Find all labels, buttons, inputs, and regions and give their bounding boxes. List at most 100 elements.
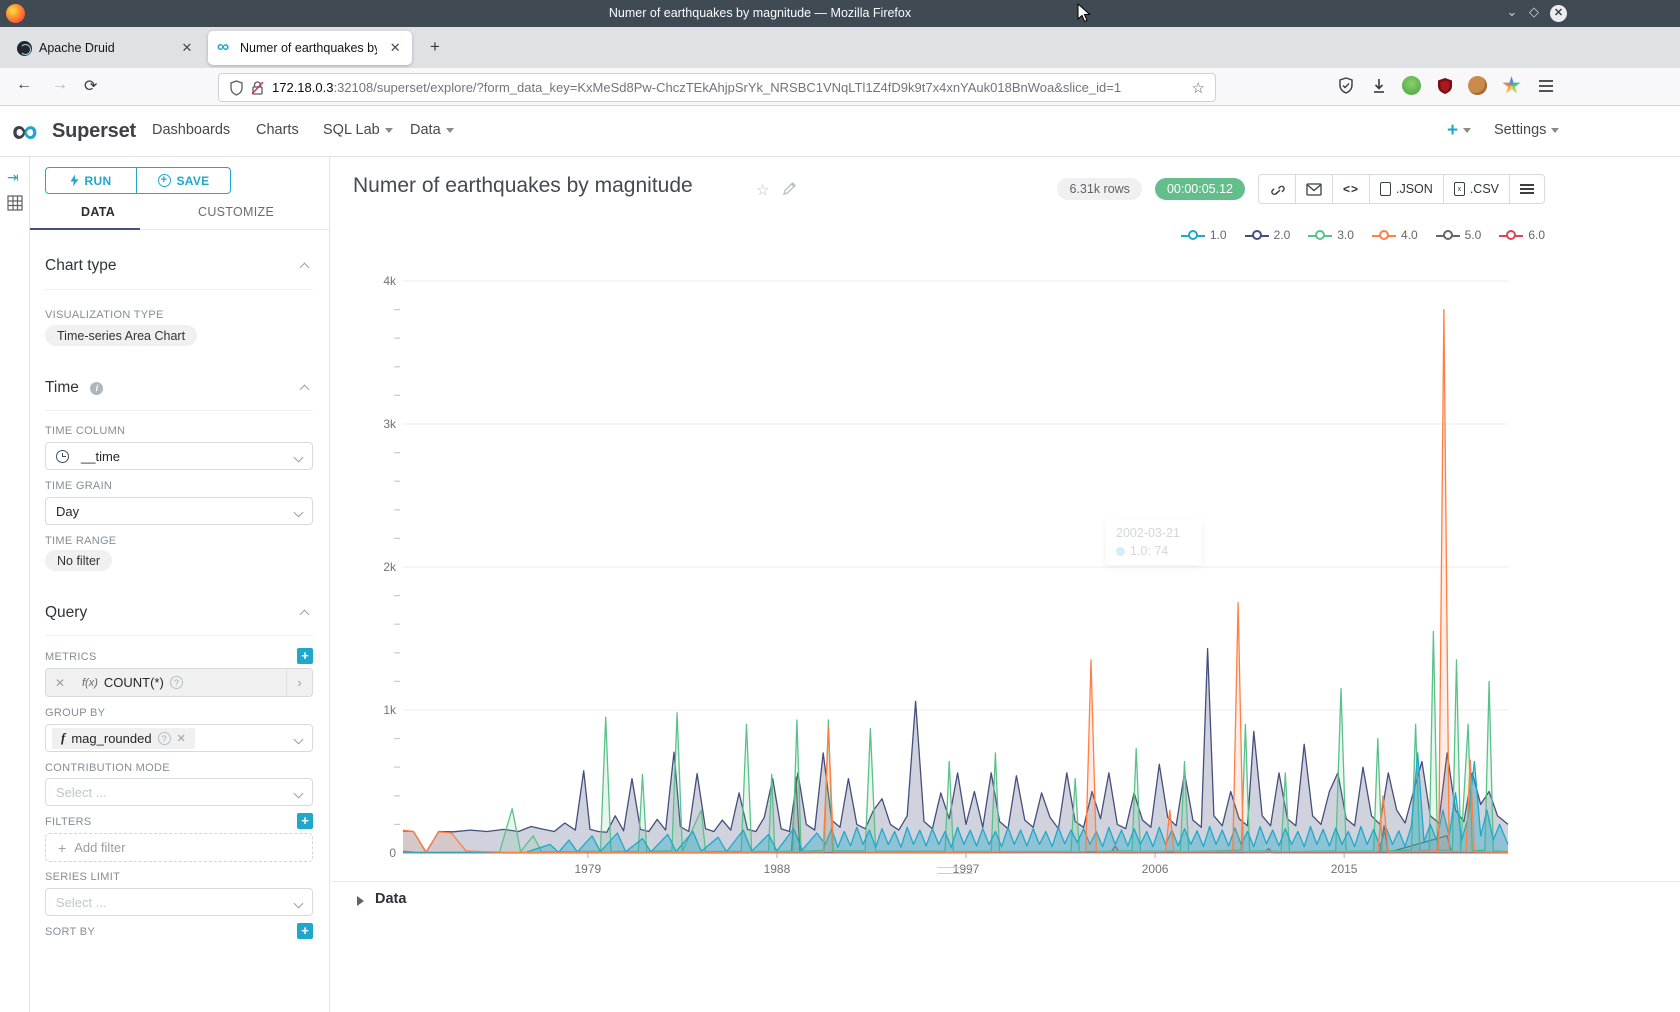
legend-label: 3.0 [1337,228,1354,242]
metric-control[interactable]: ✕ f(x) COUNT(*) ? › [45,668,313,697]
add-filter-plus-button[interactable]: + [297,813,313,829]
chart-tooltip: 2002-03-21 1.0: 74 [1106,519,1202,565]
chevron-up-icon[interactable] [300,385,310,395]
chevron-down-icon [294,899,304,909]
export-csv-button[interactable]: x .CSV [1444,174,1510,204]
legend-item[interactable]: 1.0 [1181,228,1227,242]
more-options-button[interactable] [1510,174,1545,204]
run-button[interactable]: RUN [45,167,137,194]
bookmark-star-icon[interactable]: ☆ [1192,79,1205,97]
timeseries-chart[interactable]: 01k2k3k4k19791988199720062015 [352,248,1512,893]
chart-canvas: 01k2k3k4k19791988199720062015 [352,248,1512,893]
info-icon: i [90,382,103,395]
chevron-down-icon [294,453,304,463]
minimize-icon[interactable]: ⌄ [1502,4,1522,20]
time-range-value[interactable]: No filter [45,550,112,571]
group-by-select[interactable]: f mag_rounded ? ✕ [45,724,313,752]
metrics-label: METRICS [45,651,97,663]
x-axis-label: 1988 [764,862,791,876]
add-sort-by-button[interactable]: + [297,923,313,939]
y-axis-label: 0 [389,846,396,860]
time-column-select[interactable]: __time [45,442,313,470]
copy-link-button[interactable] [1258,174,1296,204]
viz-type-value[interactable]: Time-series Area Chart [45,325,197,346]
nav-charts[interactable]: Charts [256,122,299,138]
legend-item[interactable]: 6.0 [1499,228,1545,242]
nav-sql-lab[interactable]: SQL Lab [323,122,393,138]
pocket-shield-icon[interactable] [1336,76,1358,98]
chevron-up-icon[interactable] [300,263,310,273]
tab-close-icon[interactable]: ✕ [179,40,195,56]
expand-caret-icon[interactable] [357,896,364,906]
save-button[interactable]: +SAVE [137,167,231,194]
x-axis-label: 2006 [1142,862,1169,876]
dataset-grid-icon[interactable] [7,195,23,211]
file-x-icon: x [1454,182,1465,196]
chevron-down-icon [1463,128,1471,133]
insecure-lock-icon[interactable] [250,80,264,96]
section-chart-type[interactable]: Chart type [45,257,117,275]
tab-close-icon[interactable]: ✕ [387,40,403,56]
expand-metric-icon[interactable]: › [286,669,312,696]
nav-dashboards[interactable]: Dashboards [152,122,230,138]
legend-item[interactable]: 3.0 [1308,228,1354,242]
sort-by-label: SORT BY [45,926,95,938]
window-title: Numer of earthquakes by magnitude — Mozi… [0,0,1520,27]
active-tab-indicator [30,228,140,230]
forward-button[interactable]: → [52,76,68,94]
menu-hamburger-icon[interactable] [1536,76,1558,98]
tab-apache-druid[interactable]: Apache Druid ✕ [8,31,204,65]
section-query[interactable]: Query [45,604,87,622]
hamburger-icon [1520,184,1534,194]
superset-brand[interactable]: Superset [52,120,136,143]
time-grain-select[interactable]: Day [45,497,313,525]
legend-item[interactable]: 5.0 [1436,228,1482,242]
downloads-icon[interactable] [1369,76,1391,98]
ublock-shield-icon[interactable] [1435,76,1457,98]
privacy-badger-icon[interactable] [1402,76,1421,95]
reload-button[interactable]: ⟳ [84,76,97,96]
data-results-section[interactable]: Data [331,881,1680,925]
viz-type-label: VISUALIZATION TYPE [45,309,164,321]
nav-settings[interactable]: Settings [1494,122,1559,138]
maximize-icon[interactable]: ◇ [1524,4,1544,20]
legend-item[interactable]: 4.0 [1372,228,1418,242]
nav-data[interactable]: Data [410,122,454,138]
tab-data[interactable]: DATA [81,205,115,219]
export-json-button[interactable]: .JSON [1370,174,1444,204]
url-text[interactable]: 172.18.0.3:32108/superset/explore/?form_… [272,80,1192,95]
add-filter-button[interactable]: + Add filter [45,833,313,862]
cookie-icon[interactable] [1468,76,1487,95]
close-icon[interactable]: ✕ [1550,5,1567,22]
expand-datasource-icon[interactable]: ⇥ [7,169,19,186]
contribution-mode-label: CONTRIBUTION MODE [45,762,170,774]
back-button[interactable]: ← [16,76,32,94]
email-button[interactable] [1296,174,1333,204]
plus-icon: + [58,840,66,856]
superset-logo-icon[interactable]: ∞ [12,112,38,150]
nav-add-button[interactable]: + [1447,120,1471,142]
shield-permissions-icon[interactable] [229,80,244,96]
legend-item[interactable]: 2.0 [1245,228,1291,242]
url-bar[interactable]: 172.18.0.3:32108/superset/explore/?form_… [218,73,1216,102]
chart-legend: 1.0 2.0 3.0 4.0 5.0 6.0 [1181,228,1545,242]
section-time[interactable]: Time i [45,379,103,397]
metric-name: COUNT(*) [104,675,164,690]
chevron-up-icon[interactable] [300,610,310,620]
contribution-mode-select[interactable]: Select ... [45,778,313,806]
remove-chip-icon[interactable]: ✕ [177,732,186,745]
favorite-star-icon[interactable]: ☆ [756,181,769,199]
remove-metric-icon[interactable]: ✕ [46,669,74,696]
tab-customize[interactable]: CUSTOMIZE [198,205,274,219]
tab-earthquakes[interactable]: ∞ Numer of earthquakes by ✕ [208,31,412,65]
group-by-chip[interactable]: f mag_rounded ? ✕ [52,728,195,749]
series-limit-select[interactable]: Select ... [45,888,313,916]
add-metric-button[interactable]: + [297,648,313,664]
panel-resize-handle[interactable] [937,867,973,874]
edit-pencil-icon[interactable] [782,181,797,196]
legend-marker-icon [1181,230,1205,240]
new-tab-button[interactable]: + [430,37,440,57]
left-icon-rail: ⇥ [0,157,30,1012]
chevron-down-icon [1551,128,1559,133]
embed-code-button[interactable]: <> [1333,174,1370,204]
